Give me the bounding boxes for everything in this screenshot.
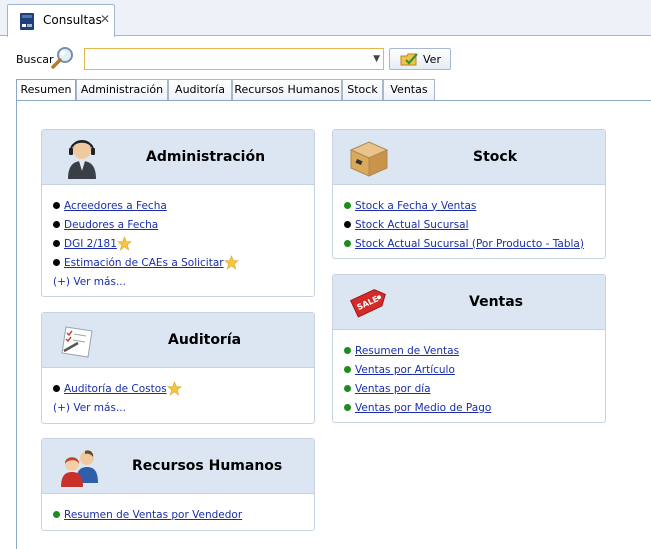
list-item: (+) Ver más... [53, 272, 314, 291]
list-item: Resumen de Ventas [344, 341, 605, 360]
bullet-green-icon [53, 511, 60, 518]
chevron-down-icon[interactable]: ▼ [373, 54, 380, 64]
bullet-black-icon [53, 221, 60, 228]
report-link[interactable]: Acreedores a Fecha [64, 200, 167, 212]
list-item: Acreedores a Fecha [53, 196, 314, 215]
tab-resumen[interactable]: Resumen [16, 79, 76, 101]
people-icon [61, 450, 98, 487]
panel-link-list: Resumen de Ventas Ventas por Artículo Ve… [344, 341, 605, 417]
document-tab-consultas[interactable]: Consultas ✕ [7, 4, 115, 37]
list-item: Stock Actual Sucursal [344, 215, 605, 234]
panel-title: Auditoría [168, 332, 242, 348]
bullet-black-icon [53, 259, 60, 266]
panel-auditoria: Auditoría Auditoría de Costos (+) Ver má… [41, 312, 315, 424]
checklist-pen-icon [61, 326, 93, 358]
panel-recursos-humanos: Recursos Humanos Resumen de Ventas por V… [41, 438, 315, 531]
panel-link-list: Stock a Fecha y Ventas Stock Actual Sucu… [344, 196, 605, 253]
bullet-black-icon [53, 385, 60, 392]
report-link[interactable]: Ventas por Artículo [355, 364, 455, 376]
report-link[interactable]: Ventas por día [355, 383, 431, 395]
panel-title: Recursos Humanos [132, 458, 283, 474]
tab-auditoria[interactable]: Auditoría [168, 79, 232, 100]
star-icon [223, 255, 239, 270]
panel-title: Stock [473, 149, 518, 165]
panel-link-list: Acreedores a Fecha Deudores a Fecha DGI … [53, 196, 314, 291]
user-headset-icon [68, 140, 96, 179]
report-link[interactable]: Resumen de Ventas por Vendedor [64, 509, 242, 521]
list-item: Stock a Fecha y Ventas [344, 196, 605, 215]
bullet-black-icon [53, 202, 60, 209]
bullet-green-icon [344, 240, 351, 247]
list-item: Resumen de Ventas por Vendedor [53, 505, 314, 524]
panel-header: Administración [42, 130, 314, 185]
bullet-green-icon [344, 347, 351, 354]
panel-header: Stock [333, 130, 605, 185]
bullet-green-icon [344, 202, 351, 209]
report-link[interactable]: Deudores a Fecha [64, 219, 158, 231]
tab-stock[interactable]: Stock [342, 79, 383, 100]
list-item: (+) Ver más... [53, 398, 314, 417]
list-item: Ventas por día [344, 379, 605, 398]
tab-administracion[interactable]: Administración [76, 79, 168, 100]
panel-title: Administración [146, 149, 266, 165]
panel-link-list: Resumen de Ventas por Vendedor [53, 505, 314, 524]
report-link[interactable]: Stock Actual Sucursal (Por Producto - Ta… [355, 238, 584, 250]
bullet-green-icon [344, 385, 351, 392]
close-icon[interactable]: ✕ [100, 12, 110, 26]
document-tab-strip: Consultas ✕ [0, 0, 651, 37]
list-item: Ventas por Medio de Pago [344, 398, 605, 417]
box-icon [349, 141, 389, 177]
report-link[interactable]: DGI 2/181 [64, 238, 117, 250]
ver-mas-link[interactable]: (+) Ver más... [53, 402, 126, 414]
bullet-black-icon [53, 240, 60, 247]
report-link[interactable]: Stock Actual Sucursal [355, 219, 469, 231]
list-item: Stock Actual Sucursal (Por Producto - Ta… [344, 234, 605, 253]
database-document-icon [20, 13, 34, 30]
ver-button[interactable]: Ver [389, 48, 451, 70]
panel-link-list: Auditoría de Costos (+) Ver más... [53, 379, 314, 417]
report-link[interactable]: Auditoría de Costos [64, 383, 167, 395]
panel-header: Auditoría [42, 313, 314, 368]
bullet-green-icon [344, 404, 351, 411]
list-item: DGI 2/181 [53, 234, 314, 253]
panel-ventas: SALE Ventas Resumen de Ventas Ventas por… [332, 274, 606, 423]
panel-header: SALE Ventas [333, 275, 605, 330]
report-link[interactable]: Estimación de CAEs a Solicitar [64, 257, 224, 269]
star-icon [117, 236, 132, 251]
search-combobox[interactable]: ▼ [84, 48, 384, 70]
document-tab-title: Consultas [43, 13, 102, 27]
bullet-black-icon [344, 221, 351, 228]
tab-recursos-humanos[interactable]: Recursos Humanos [232, 79, 342, 100]
ver-button-label: Ver [423, 53, 441, 66]
report-link[interactable]: Stock a Fecha y Ventas [355, 200, 476, 212]
bullet-green-icon [344, 366, 351, 373]
magnifier-icon [51, 47, 73, 69]
tab-ventas[interactable]: Ventas [383, 79, 435, 100]
panel-header: Recursos Humanos [42, 439, 314, 494]
search-label: Buscar [16, 53, 54, 66]
list-item: Auditoría de Costos [53, 379, 314, 398]
panel-stock: Stock Stock a Fecha y Ventas Stock Actua… [332, 129, 606, 259]
report-link[interactable]: Ventas por Medio de Pago [355, 402, 491, 414]
panel-title: Ventas [469, 294, 524, 310]
list-item: Estimación de CAEs a Solicitar [53, 253, 314, 272]
star-icon [166, 381, 182, 396]
ver-mas-link[interactable]: (+) Ver más... [53, 276, 126, 288]
sale-tag-icon: SALE [350, 289, 386, 318]
list-item: Deudores a Fecha [53, 215, 314, 234]
panel-administracion: Administración Acreedores a Fecha Deudor… [41, 129, 315, 297]
report-link[interactable]: Resumen de Ventas [355, 345, 459, 357]
list-item: Ventas por Artículo [344, 360, 605, 379]
run-report-icon [400, 53, 418, 66]
